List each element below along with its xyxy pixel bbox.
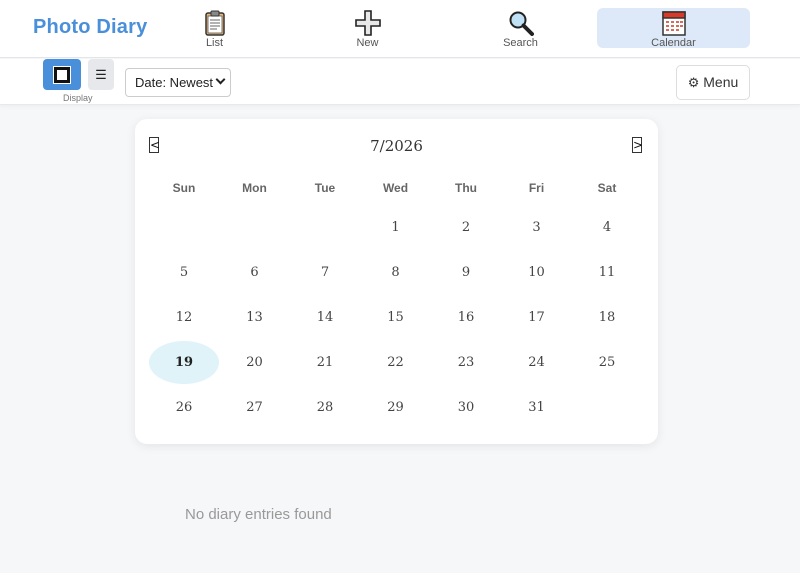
display-grid-button[interactable] (43, 59, 81, 90)
magnifier-icon (509, 11, 534, 36)
calendar-day[interactable]: 3 (502, 206, 572, 249)
chevron-down-icon (215, 74, 226, 85)
nav-list-label: List (205, 37, 224, 49)
menu-button[interactable]: ⚙ Menu (676, 65, 750, 100)
plus-icon (354, 10, 381, 36)
calendar-day[interactable]: 18 (572, 296, 642, 339)
nav-search[interactable]: Search (444, 8, 597, 49)
toolbar: ☰ Display Date: Newest ⚙ Menu (0, 59, 800, 105)
calendar-day[interactable]: 20 (220, 341, 290, 384)
nav-list[interactable]: List (138, 8, 291, 49)
sort-select-value: Date: Newest (135, 75, 214, 90)
calendar-day-today[interactable]: 19 (149, 341, 219, 384)
nav-search-label: Search (503, 37, 538, 49)
list-view-icon: ☰ (95, 66, 107, 82)
calendar-day[interactable]: 21 (290, 341, 360, 384)
calendar-day[interactable]: 2 (431, 206, 501, 249)
nav-new-label: New (356, 37, 379, 49)
calendar-day[interactable]: 14 (290, 296, 360, 339)
calendar-day[interactable]: 31 (502, 386, 572, 429)
calendar-day[interactable]: 26 (149, 386, 219, 429)
weekday-header: Sat (597, 181, 617, 195)
weekday-header: Sun (172, 181, 196, 195)
calendar-day[interactable]: 29 (361, 386, 431, 429)
calendar-card: < 7/2026 > Sun Mon Tue Wed Thu Fri Sat 1 2 3 4 5 6 7 8… (135, 119, 658, 444)
calendar-day[interactable]: 22 (361, 341, 431, 384)
next-month-button[interactable]: > (632, 137, 643, 153)
clipboard-icon (204, 10, 225, 36)
calendar-day[interactable]: 8 (361, 251, 431, 294)
gear-icon: ⚙ (687, 75, 700, 90)
calendar-day[interactable]: 9 (431, 251, 501, 294)
calendar-day[interactable]: 11 (572, 251, 642, 294)
nav-calendar[interactable]: Calendar (597, 8, 750, 49)
top-nav: Photo Diary List New Search Calendar (0, 0, 800, 58)
nav-new[interactable]: New (291, 8, 444, 49)
calendar-day[interactable]: 24 (502, 341, 572, 384)
app-brand[interactable]: Photo Diary (33, 16, 147, 39)
calendar-icon (661, 11, 686, 36)
calendar-day[interactable]: 16 (431, 296, 501, 339)
calendar-day[interactable]: 30 (431, 386, 501, 429)
calendar-day[interactable]: 4 (572, 206, 642, 249)
weekday-header: Thu (455, 181, 477, 195)
calendar-day[interactable]: 28 (290, 386, 360, 429)
calendar-day[interactable]: 17 (502, 296, 572, 339)
calendar-day[interactable]: 13 (220, 296, 290, 339)
nav-calendar-label: Calendar (651, 37, 696, 49)
calendar-day[interactable]: 5 (149, 251, 219, 294)
month-title: 7/2026 (370, 137, 423, 155)
calendar-day[interactable]: 1 (361, 206, 431, 249)
sort-select[interactable]: Date: Newest (125, 68, 231, 97)
empty-state-message: No diary entries found (185, 506, 332, 523)
weekday-header: Wed (382, 181, 409, 195)
calendar-day[interactable]: 25 (572, 341, 642, 384)
display-list-button[interactable]: ☰ (88, 59, 114, 90)
calendar-day[interactable]: 12 (149, 296, 219, 339)
calendar-day[interactable]: 23 (431, 341, 501, 384)
calendar-day[interactable]: 6 (220, 251, 290, 294)
calendar-day[interactable]: 10 (502, 251, 572, 294)
menu-button-label: Menu (703, 74, 739, 90)
display-label: Display (63, 93, 93, 103)
weekday-header: Tue (314, 181, 336, 195)
calendar-day[interactable]: 7 (290, 251, 360, 294)
calendar-day[interactable]: 27 (220, 386, 290, 429)
grid-view-icon (54, 66, 70, 83)
weekday-header: Fri (528, 181, 545, 195)
weekday-header: Mon (242, 181, 267, 195)
calendar-day[interactable]: 15 (361, 296, 431, 339)
